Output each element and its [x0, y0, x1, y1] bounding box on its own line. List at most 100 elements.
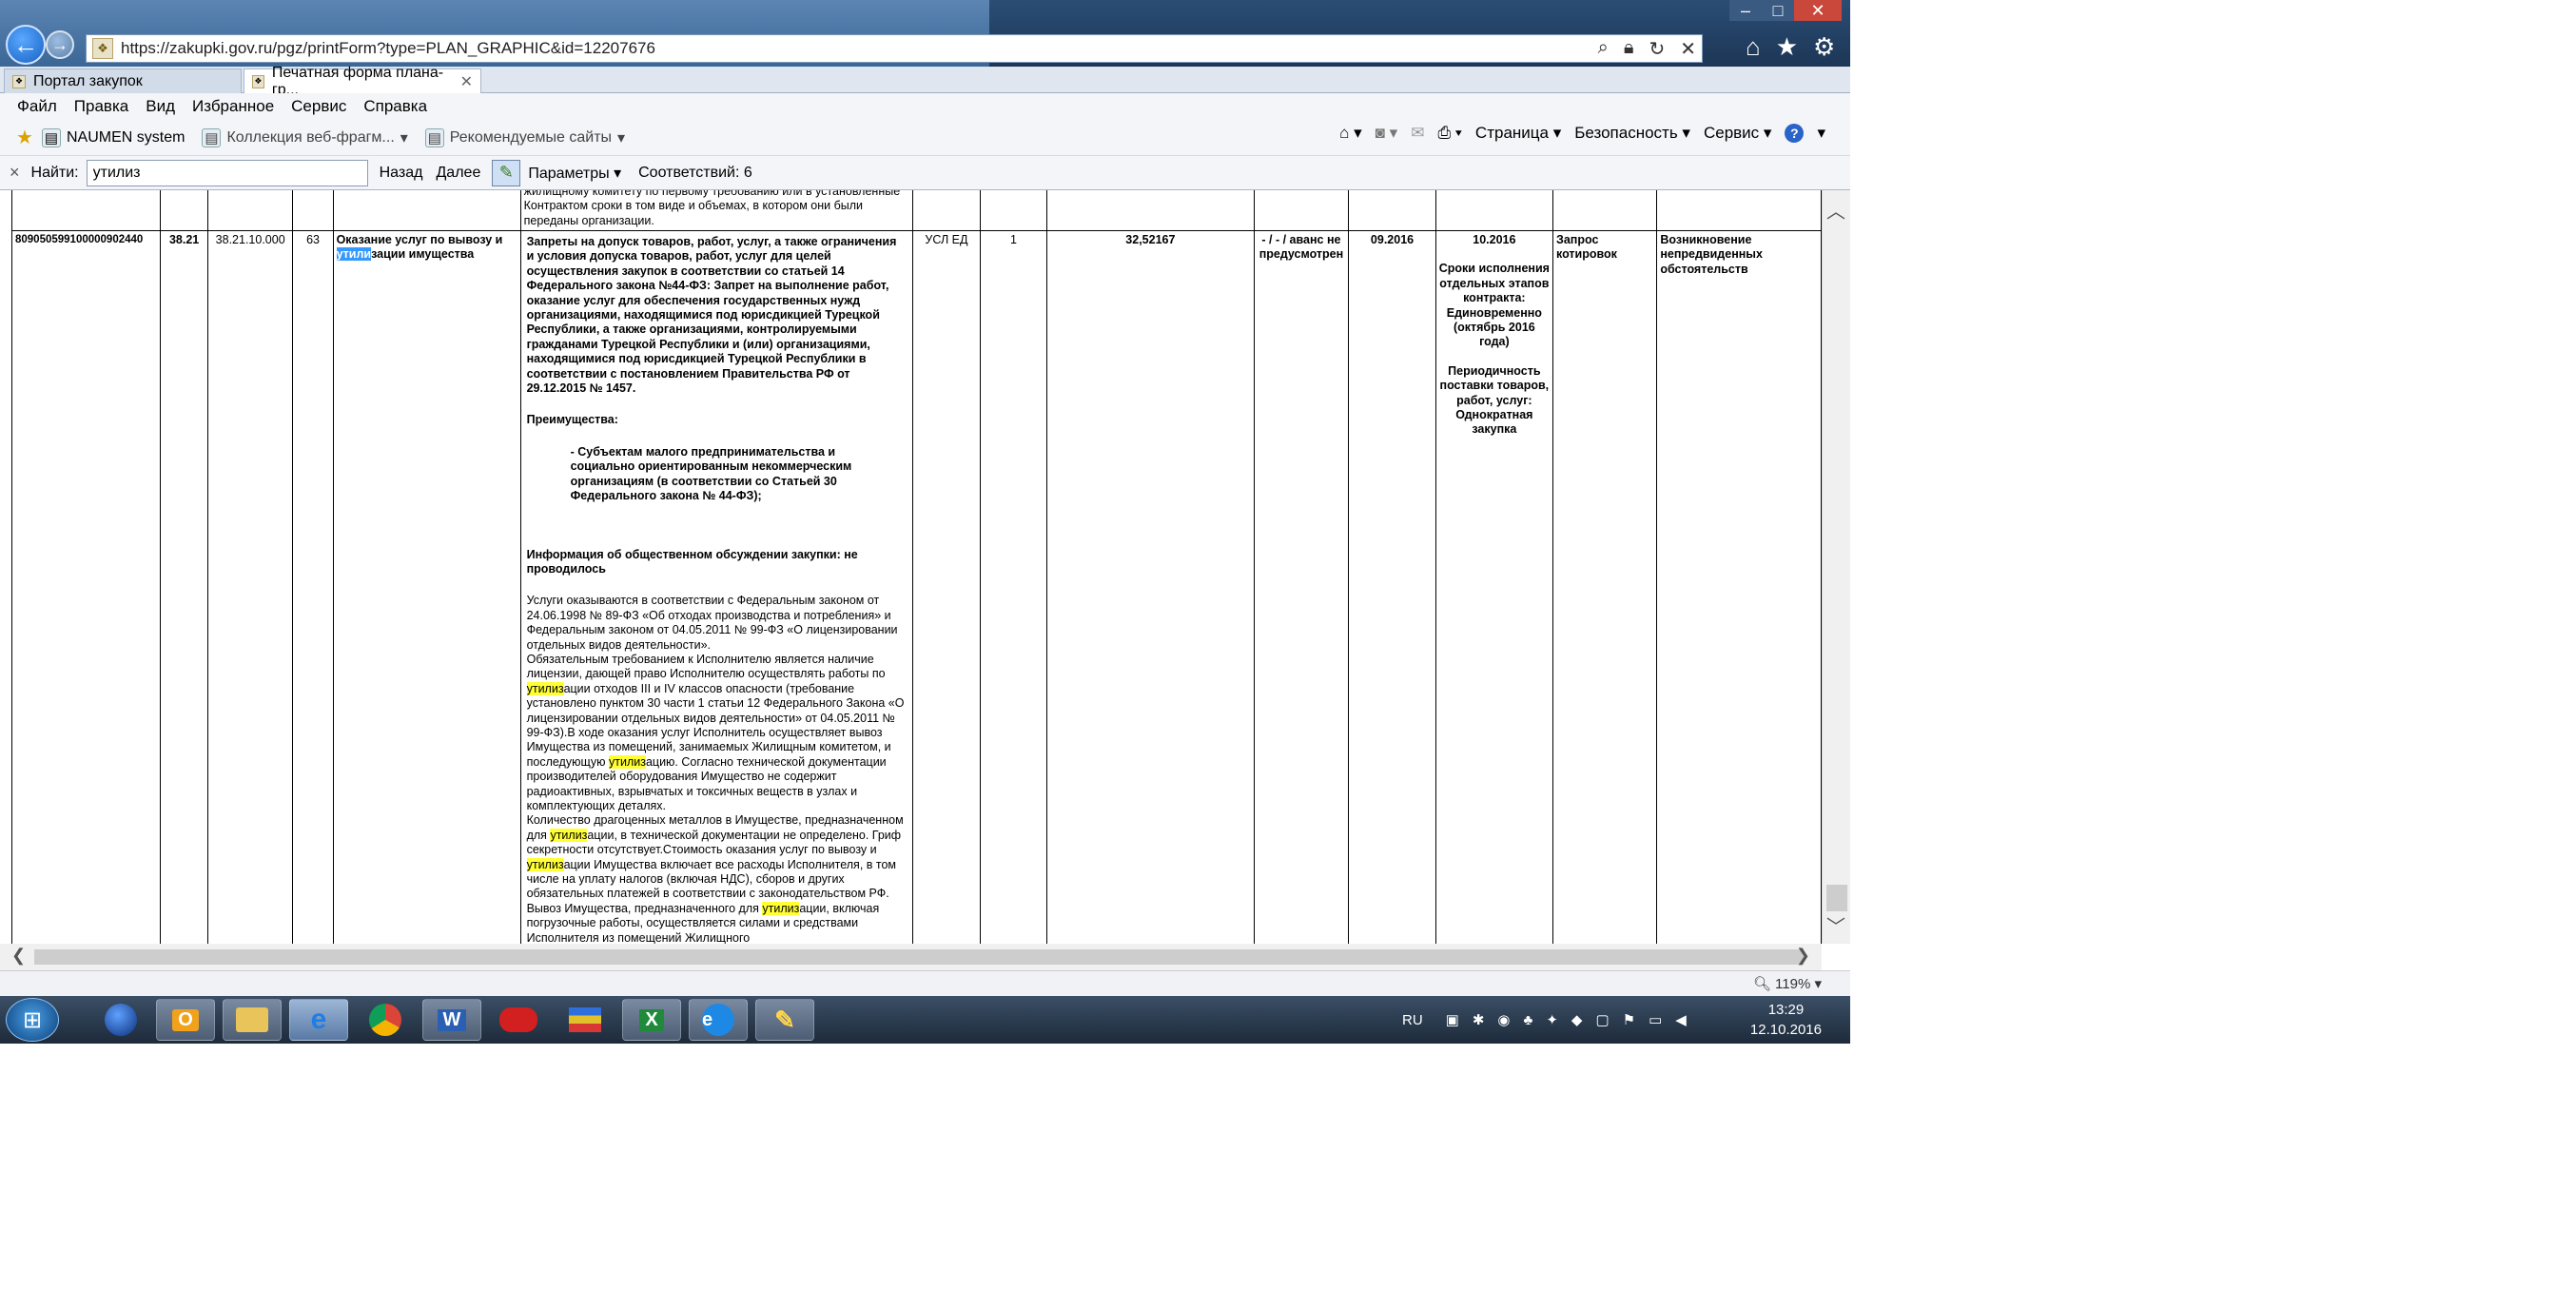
taskbar-outlook[interactable]: O [156, 999, 215, 1041]
menu-view[interactable]: Вид [146, 97, 175, 116]
lock-icon[interactable]: 🔒︎ [1624, 37, 1634, 61]
page-content[interactable]: жилищному комитету по первому требованию… [0, 190, 1822, 944]
taskbar-explorer[interactable] [223, 999, 282, 1041]
highlight-toggle-icon[interactable]: ✎ [492, 159, 521, 186]
find-next-button[interactable]: Далее [436, 165, 480, 182]
rss-icon[interactable]: ◙ ▾ [1376, 124, 1398, 143]
vertical-scroll-thumb[interactable] [1826, 885, 1847, 911]
search-match-highlight: утилиз [762, 901, 800, 915]
refresh-icon[interactable]: ↻ [1649, 37, 1665, 61]
tab-portal[interactable]: ❖ Портал закупок [4, 68, 242, 93]
favorite-webslices[interactable]: ▤ Коллекция веб-фрагм... ▾ [202, 127, 408, 147]
search-icon[interactable]: ⌕ [1598, 37, 1609, 61]
help-icon[interactable]: ? [1785, 124, 1805, 143]
taskbar-globe[interactable] [91, 999, 150, 1041]
page-menu[interactable]: Страница ▾ [1475, 124, 1561, 143]
word-icon: W [437, 1008, 467, 1031]
taskbar-chrome[interactable] [356, 999, 415, 1041]
start-date: 09.2016 [1348, 229, 1436, 944]
minimize-button[interactable]: – [1729, 0, 1762, 21]
chrome-icon [369, 1004, 401, 1036]
taskbar-app-blue[interactable]: e [689, 999, 748, 1041]
favorites-star-icon[interactable]: ★ [15, 127, 34, 148]
horizontal-scrollbar[interactable]: ❮ ❯ [0, 944, 1822, 970]
scroll-down-icon[interactable]: ﹀ [1826, 911, 1845, 939]
table-row: 809050599100000902440 38.21 38.21.10.000… [10, 229, 1822, 944]
search-match-highlight: утилиз [608, 754, 646, 769]
taskbar-paint[interactable]: ✎ [755, 999, 814, 1041]
close-find-button[interactable]: × [10, 163, 20, 183]
zoom-control[interactable]: 🔍︎ 119% ▾ [1753, 975, 1822, 992]
find-prev-button[interactable]: Назад [380, 165, 423, 182]
scroll-left-icon[interactable]: ❮ [11, 946, 26, 966]
page-menu-label: Страница [1474, 124, 1549, 142]
start-button[interactable]: ⊞ [6, 998, 59, 1042]
row-number: 63 [292, 229, 334, 944]
purchase-conditions: Запреты на допуск товаров, работ, услуг,… [519, 229, 914, 944]
scroll-right-icon[interactable]: ❯ [1796, 946, 1810, 966]
periodicity-text: Периодичность поставки товаров, работ, у… [1439, 363, 1550, 437]
taskbar-excel[interactable]: X [622, 999, 681, 1041]
stages-text: Сроки исполнения отдельных этапов контра… [1438, 262, 1550, 349]
forward-button[interactable]: → [46, 30, 74, 59]
chevron-down-icon: ▾ [400, 129, 408, 147]
star-icon[interactable]: ★ [1776, 32, 1798, 62]
tab-favicon: ❖ [12, 74, 26, 88]
scroll-up-icon[interactable]: ︿ [1826, 196, 1845, 224]
tools-menu[interactable]: Сервис ▾ [1704, 124, 1771, 143]
horizontal-scroll-thumb[interactable] [34, 949, 1804, 965]
find-options-button[interactable]: Параметры ▾ [528, 164, 621, 183]
home-cmd-icon[interactable]: ⌂ ▾ [1339, 124, 1362, 143]
safety-menu[interactable]: Безопасность ▾ [1574, 124, 1690, 143]
description-text: Услуги оказываются в соответствии с Феде… [526, 594, 898, 681]
maximize-button[interactable]: □ [1762, 0, 1794, 21]
menu-file[interactable]: Файл [17, 97, 57, 116]
ie-icon: e [310, 1004, 327, 1035]
tab-print-form[interactable]: ❖ Печатная форма плана-гр... ✕ [244, 65, 481, 98]
arrow-right-icon: → [51, 34, 68, 54]
taskbar-ie[interactable]: e [289, 999, 348, 1041]
end-date-block: 10.2016 Сроки исполнения отдельных этапо… [1434, 229, 1554, 944]
address-bar[interactable]: ❖ https://zakupki.gov.ru/pgz/printForm?t… [86, 34, 1703, 63]
find-input[interactable] [86, 159, 368, 186]
close-tab-icon[interactable]: ✕ [460, 72, 473, 91]
advance-info: - / - / аванс не предусмотрен [1253, 229, 1350, 944]
print-icon[interactable]: ⎙ ▾ [1437, 124, 1461, 143]
zoom-icon: 🔍︎ [1752, 976, 1771, 992]
chevron-down-icon[interactable]: ▾ [1817, 124, 1825, 143]
menu-tools[interactable]: Сервис [291, 97, 346, 116]
minimize-icon: – [1740, 0, 1750, 20]
menu-help[interactable]: Справка [363, 97, 427, 116]
tab-strip: ❖ Портал закупок ❖ Печатная форма плана-… [0, 65, 1850, 98]
language-indicator[interactable]: RU [1402, 1012, 1423, 1028]
address-url[interactable]: https://zakupki.gov.ru/pgz/printForm?typ… [121, 39, 655, 58]
menu-favorites[interactable]: Избранное [192, 97, 274, 116]
clock[interactable]: 13:29 12.10.2016 [1750, 1000, 1822, 1040]
favorite-suggested[interactable]: ▤ Рекомендуемые сайты ▾ [424, 127, 625, 147]
gear-icon[interactable]: ⚙ [1813, 32, 1835, 62]
back-button[interactable]: ← [6, 25, 46, 65]
page-icon: ▤ [42, 127, 61, 147]
stop-icon[interactable]: ✕ [1680, 37, 1696, 61]
taskbar-app-red[interactable] [489, 999, 548, 1041]
favorite-label: Рекомендуемые сайты [449, 128, 613, 146]
advantages-title: Преимущества: [526, 413, 618, 427]
home-icon[interactable]: ⌂ [1746, 32, 1761, 62]
excel-icon: X [639, 1008, 664, 1031]
clock-time: 13:29 [1767, 1002, 1805, 1018]
menu-edit[interactable]: Правка [74, 97, 128, 116]
tray-icons[interactable]: ▣✱◉♣✦◆▢⚑▭◀ [1446, 1011, 1700, 1028]
table-row-previous: жилищному комитету по первому требованию… [10, 190, 1822, 231]
globe-icon [105, 1004, 137, 1036]
tools-menu-label: Сервис [1703, 124, 1760, 142]
taskbar-app-flags[interactable] [556, 999, 615, 1041]
mail-icon[interactable]: ✉ [1411, 124, 1424, 143]
tab-favicon: ❖ [252, 74, 264, 88]
taskbar-word[interactable]: W [422, 999, 481, 1041]
find-options-label: Параметры [528, 165, 610, 182]
favorite-naumen[interactable]: ▤ NAUMEN system [42, 127, 185, 147]
close-window-button[interactable]: ✕ [1794, 0, 1842, 21]
blank-area [0, 1044, 1850, 1309]
folder-icon [236, 1007, 268, 1032]
vertical-scrollbar[interactable]: ︿ ﹀ [1822, 190, 1850, 944]
